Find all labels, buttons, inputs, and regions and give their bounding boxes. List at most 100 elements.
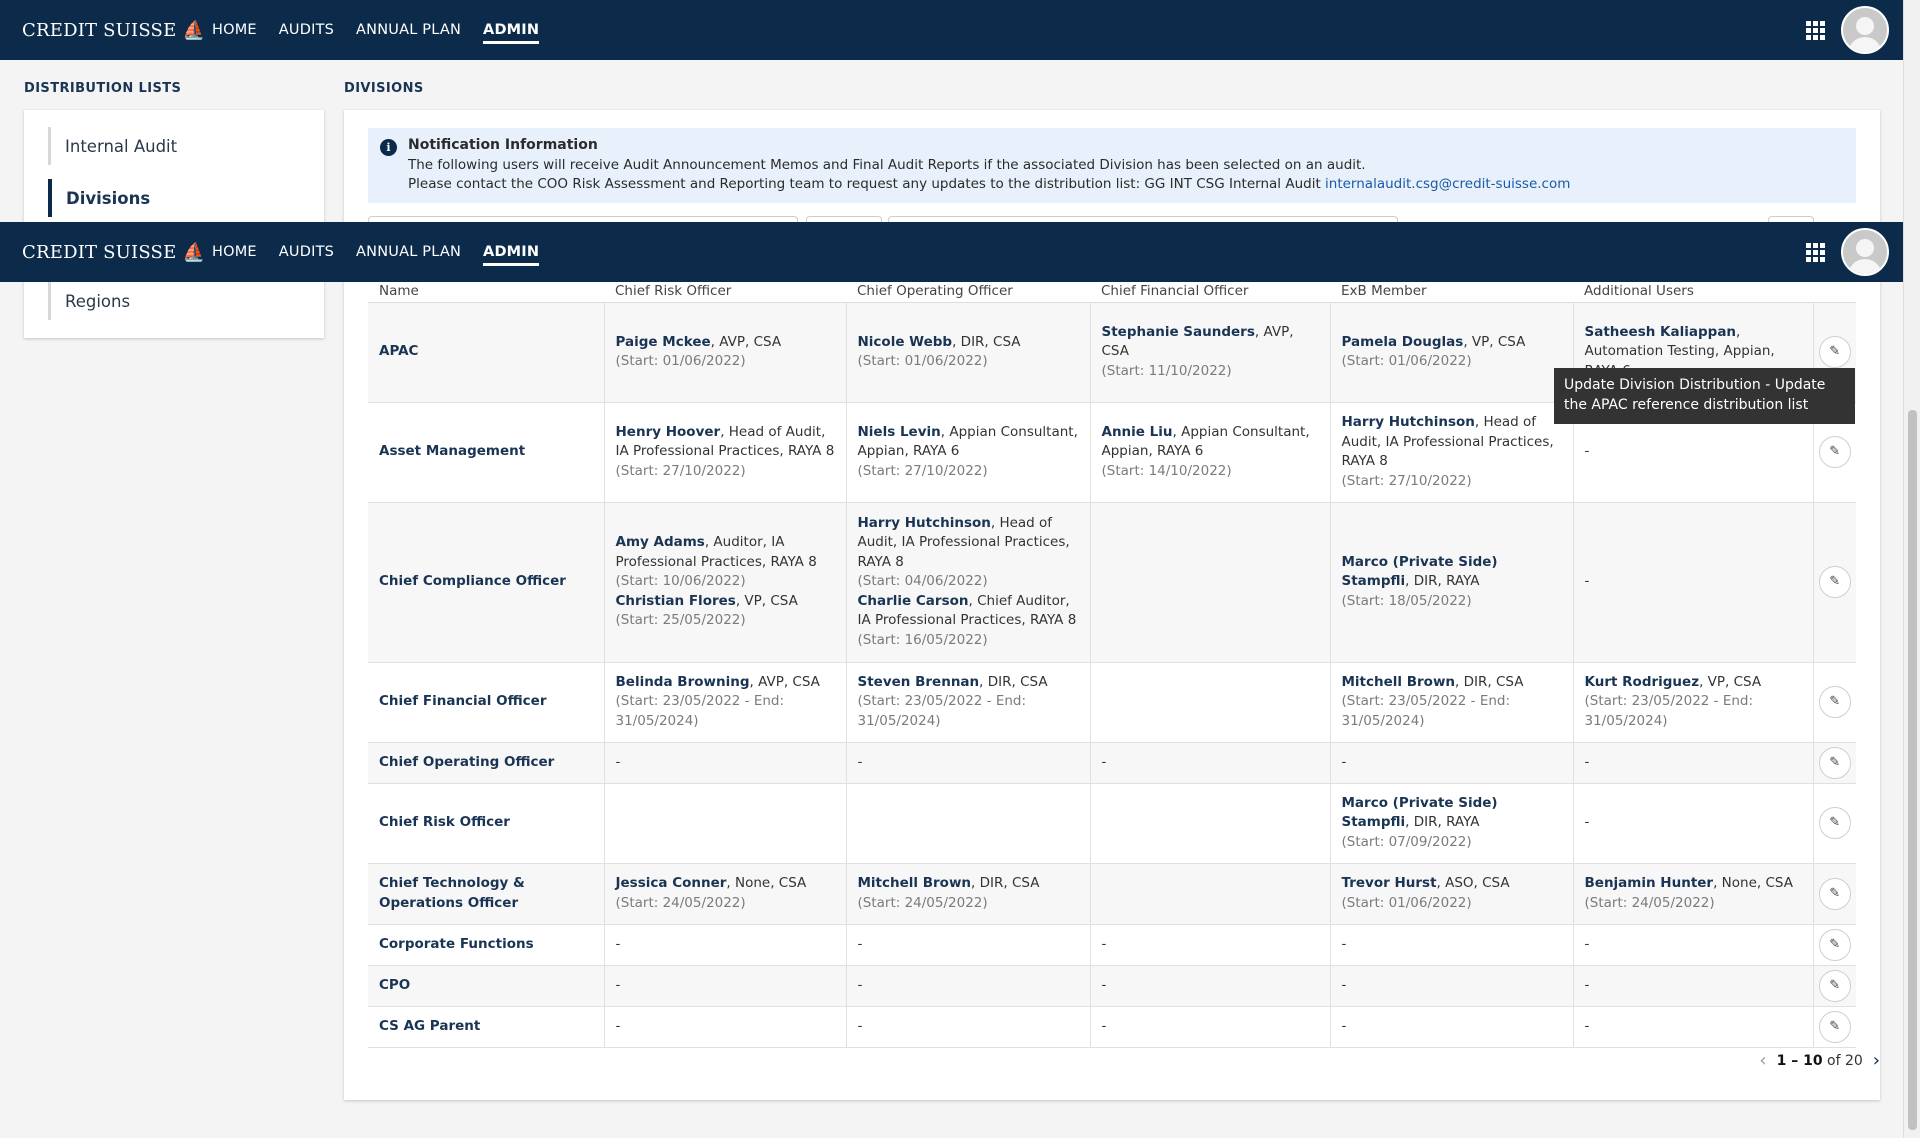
- nav-home[interactable]: HOME: [212, 238, 257, 266]
- edit-icon: ✎: [1829, 444, 1841, 460]
- cell-actions: ✎: [1813, 783, 1856, 864]
- sail-icon: ⛵: [182, 19, 206, 41]
- division-name[interactable]: Asset Management: [368, 402, 605, 503]
- brand-name: CREDIT SUISSE: [22, 241, 177, 263]
- list-item-divisions[interactable]: Divisions: [48, 179, 150, 217]
- division-name[interactable]: Corporate Functions: [368, 924, 605, 966]
- person-start-date: (Start: 23/05/2022 - End: 31/05/2024): [1584, 693, 1754, 729]
- cell-coo: Mitchell Brown, DIR, CSA (Start: 24/05/20…: [846, 863, 1091, 925]
- nav-audits[interactable]: AUDITS: [279, 238, 334, 266]
- person-start-date: (Start: 14/10/2022): [1101, 462, 1232, 479]
- cell-actions: ✎: [1813, 662, 1856, 743]
- person-name[interactable]: Jessica Conner: [616, 875, 727, 891]
- person-name[interactable]: Christian Flores: [616, 593, 736, 609]
- person-name[interactable]: Nicole Webb: [858, 334, 953, 350]
- edit-division-button[interactable]: ✎: [1818, 336, 1851, 368]
- person-details: , None, CSA: [726, 875, 807, 891]
- edit-icon: ✎: [1829, 574, 1841, 590]
- cell-cro: Henry Hoover, Head of Audit, IA Professi…: [604, 402, 847, 503]
- edit-division-button[interactable]: ✎: [1818, 877, 1851, 910]
- nav-audits[interactable]: AUDITS: [279, 16, 334, 44]
- person-name[interactable]: Paige Mckee: [616, 334, 711, 350]
- edit-tooltip: Update Division Distribution - Update th…: [1554, 368, 1855, 424]
- person-details: , ASO, CSA: [1436, 875, 1510, 891]
- table-row: CS AG Parent - - - - - ✎: [368, 1006, 1856, 1048]
- next-page-icon[interactable]: ›: [1873, 1050, 1880, 1071]
- person-start-date: (Start: 25/05/2022): [615, 612, 746, 629]
- division-name[interactable]: Chief Financial Officer: [368, 662, 605, 743]
- nav-annual-plan[interactable]: ANNUAL PLAN: [356, 238, 461, 266]
- person-name[interactable]: Pamela Douglas: [1342, 334, 1464, 350]
- cell-add: -: [1573, 742, 1814, 784]
- credit-suisse-logo[interactable]: CREDIT SUISSE ⛵: [22, 242, 212, 263]
- person-name[interactable]: Harry Hutchinson: [858, 515, 991, 531]
- table-row: Chief Financial Officer Belinda Browning,…: [368, 662, 1856, 743]
- edit-division-button[interactable]: ✎: [1818, 436, 1851, 468]
- app-grid-icon[interactable]: [1806, 20, 1825, 40]
- person-entry: Mitchell Brown, DIR, CSA (Start: 24/05/20…: [858, 874, 1079, 913]
- edit-division-button[interactable]: ✎: [1818, 1010, 1851, 1043]
- previous-page-icon[interactable]: ‹: [1759, 1050, 1766, 1071]
- person-start-date: (Start: 23/05/2022 - End: 31/05/2024): [1341, 693, 1511, 729]
- person-name[interactable]: Henry Hoover: [616, 424, 721, 440]
- notification-title: Notification Information: [408, 137, 598, 153]
- division-name[interactable]: Chief Risk Officer: [368, 783, 605, 864]
- edit-division-button[interactable]: ✎: [1818, 746, 1851, 779]
- cell-coo: Niels Levin, Appian Consultant, Appian, …: [846, 402, 1091, 503]
- sticky-navigation-bar: CREDIT SUISSE ⛵ HOME AUDITS ANNUAL PLAN …: [0, 222, 1903, 282]
- main-nav: HOME AUDITS ANNUAL PLAN ADMIN: [212, 238, 561, 266]
- app-grid-icon[interactable]: [1806, 242, 1825, 262]
- cell-cfo: -: [1090, 1006, 1331, 1048]
- person-start-date: (Start: 01/06/2022): [1341, 894, 1472, 911]
- credit-suisse-logo[interactable]: CREDIT SUISSE ⛵: [22, 20, 212, 41]
- list-item-regions[interactable]: Regions: [48, 282, 130, 320]
- person-name[interactable]: Charlie Carson: [858, 593, 969, 609]
- edit-division-button[interactable]: ✎: [1818, 686, 1851, 718]
- edit-division-button[interactable]: ✎: [1818, 807, 1851, 839]
- person-name[interactable]: Harry Hutchinson: [1342, 414, 1475, 430]
- user-avatar[interactable]: [1841, 6, 1889, 54]
- person-entry: Niels Levin, Appian Consultant, Appian, …: [858, 423, 1079, 482]
- division-name[interactable]: Chief Technology & Operations Officer: [368, 863, 605, 925]
- nav-annual-plan[interactable]: ANNUAL PLAN: [356, 16, 461, 44]
- person-name[interactable]: Niels Levin: [858, 424, 941, 440]
- person-name[interactable]: Mitchell Brown: [1342, 674, 1456, 690]
- cell-cro: -: [604, 965, 847, 1007]
- division-name[interactable]: Chief Compliance Officer: [368, 502, 605, 663]
- pagination: ‹ 1 – 10 of 20 ›: [1759, 1050, 1880, 1071]
- person-name[interactable]: Trevor Hurst: [1342, 875, 1437, 891]
- person-name[interactable]: Belinda Browning: [616, 674, 750, 690]
- cell-cro: Paige Mckee, AVP, CSA (Start: 01/06/2022): [604, 302, 847, 403]
- nav-home[interactable]: HOME: [212, 16, 257, 44]
- cell-cro: -: [604, 924, 847, 966]
- user-avatar[interactable]: [1841, 228, 1889, 276]
- edit-icon: ✎: [1829, 694, 1841, 710]
- division-name[interactable]: CS AG Parent: [368, 1006, 605, 1048]
- nav-admin[interactable]: ADMIN: [483, 238, 540, 266]
- division-name[interactable]: Chief Operating Officer: [368, 742, 605, 784]
- person-entry: Annie Liu, Appian Consultant, Appian, RA…: [1102, 423, 1319, 482]
- cell-coo: -: [846, 924, 1091, 966]
- distribution-email-link[interactable]: internalaudit.csg@credit-suisse.com: [1325, 176, 1570, 192]
- person-start-date: (Start: 18/05/2022): [1341, 592, 1472, 609]
- person-name[interactable]: Mitchell Brown: [858, 875, 972, 891]
- person-name[interactable]: Stephanie Saunders: [1102, 324, 1255, 340]
- vertical-scrollbar[interactable]: [1903, 0, 1920, 1138]
- division-name[interactable]: CPO: [368, 965, 605, 1007]
- person-name[interactable]: Satheesh Kaliappan: [1585, 324, 1737, 340]
- person-name[interactable]: Amy Adams: [616, 534, 705, 550]
- person-name[interactable]: Benjamin Hunter: [1585, 875, 1714, 891]
- list-item-internal-audit[interactable]: Internal Audit: [48, 127, 177, 165]
- info-icon: i: [380, 139, 397, 156]
- edit-division-button[interactable]: ✎: [1818, 928, 1851, 961]
- scrollbar-thumb[interactable]: [1908, 410, 1917, 1130]
- edit-division-button[interactable]: ✎: [1818, 969, 1851, 1002]
- cell-coo: [846, 783, 1091, 864]
- person-name[interactable]: Kurt Rodriguez: [1585, 674, 1700, 690]
- division-name[interactable]: APAC: [368, 302, 605, 403]
- sail-icon: ⛵: [182, 241, 206, 263]
- person-name[interactable]: Steven Brennan: [858, 674, 980, 690]
- nav-admin[interactable]: ADMIN: [483, 16, 540, 44]
- person-name[interactable]: Annie Liu: [1102, 424, 1173, 440]
- edit-division-button[interactable]: ✎: [1818, 566, 1851, 598]
